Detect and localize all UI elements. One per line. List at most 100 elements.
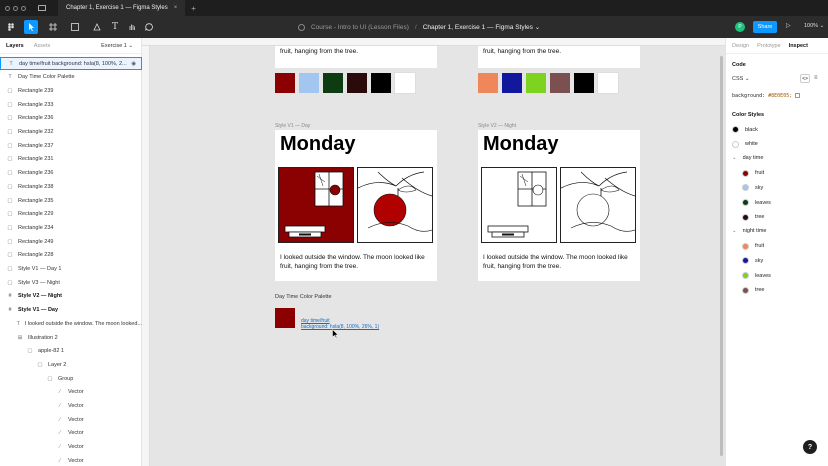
day-palette-swatch[interactable] [371, 73, 391, 93]
chevron-down-icon[interactable]: ⌄ [732, 155, 737, 161]
code-view-icon[interactable]: <> [800, 74, 810, 83]
layer-row[interactable]: ▢ apple-82 1 [0, 345, 142, 358]
frame-label-day[interactable]: Style V1 — Day [275, 123, 310, 129]
layer-row[interactable]: ▢ Rectangle 239 [0, 84, 142, 97]
pen-tool-icon[interactable] [90, 20, 104, 34]
layer-visibility-icon[interactable]: ◉ [131, 61, 136, 67]
frame-top-right[interactable]: fruit, hanging from the tree. [478, 46, 640, 68]
layer-row[interactable]: ▢ Rectangle 234 [0, 221, 142, 234]
palette-label[interactable]: Day Time Color Palette [275, 294, 332, 300]
color-style-item[interactable]: fruit [742, 242, 764, 250]
color-style-item[interactable]: sky [742, 184, 763, 192]
color-style-item[interactable]: tree [742, 213, 764, 221]
chevron-down-icon[interactable]: ⌄ [732, 228, 737, 234]
layer-row[interactable]: ▢ Rectangle 235 [0, 194, 142, 207]
layer-row[interactable]: # Style V2 — Night [0, 290, 142, 303]
layer-row[interactable]: ∕ Vector [0, 400, 142, 413]
day-palette-swatch[interactable] [275, 73, 295, 93]
color-style-item[interactable]: leaves [742, 272, 771, 279]
list-view-icon[interactable]: ≡ [814, 75, 818, 81]
day-palette-swatch[interactable] [323, 73, 343, 93]
main-menu-icon[interactable] [4, 20, 18, 34]
code-language-select[interactable]: CSS ⌄ [732, 76, 749, 82]
layer-row[interactable]: ∕ Vector [0, 427, 142, 440]
tab-assets[interactable]: Assets [34, 43, 51, 49]
new-tab-button[interactable]: + [191, 4, 196, 13]
day-palette-swatch[interactable] [394, 72, 416, 94]
canvas-scrollbar[interactable] [720, 56, 723, 456]
tab-design[interactable]: Design [732, 43, 749, 49]
layer-row[interactable]: T Day Time Color Palette [0, 71, 142, 84]
window-controls[interactable] [5, 5, 26, 11]
night-palette-swatch[interactable] [526, 73, 546, 93]
frame-label-night[interactable]: Style V2 — Night [478, 123, 516, 129]
night-palette-swatch[interactable] [502, 73, 522, 93]
close-icon[interactable]: × [174, 5, 178, 11]
text-tool-icon[interactable]: T [108, 20, 122, 34]
frame-top-left[interactable]: fruit, hanging from the tree. [275, 46, 437, 68]
canvas[interactable]: fruit, hanging from the tree. fruit, han… [150, 46, 725, 466]
layer-row[interactable]: ▢ Layer 2 [0, 358, 142, 371]
layer-row[interactable]: ▢ Rectangle 238 [0, 180, 142, 193]
frame-night[interactable]: Monday I looked outside the window. The … [478, 130, 640, 281]
color-style-item[interactable]: fruit [742, 169, 764, 177]
copy-icon[interactable] [795, 93, 801, 98]
zoom-dropdown[interactable]: 100% ⌄ [804, 23, 824, 29]
layer-row[interactable]: ▢ Rectangle 232 [0, 126, 142, 139]
file-name[interactable]: Chapter 1, Exercise 1 — Figma Styles ⌄ [423, 23, 540, 31]
home-icon[interactable] [38, 5, 46, 11]
night-palette-swatch[interactable] [478, 73, 498, 93]
layer-row[interactable]: Tday time/fruit background: hsla(8, 100%… [0, 57, 142, 70]
layer-row[interactable]: ∕ Vector [0, 441, 142, 454]
layer-row[interactable]: ▢ Rectangle 233 [0, 98, 142, 111]
color-style-item[interactable]: tree [742, 286, 764, 294]
layer-row[interactable]: ▢ Style V3 — Night [0, 276, 142, 289]
move-tool-icon[interactable] [24, 20, 38, 34]
night-palette-swatch[interactable] [550, 73, 570, 93]
layer-row[interactable]: TI looked outside the window. The moon l… [0, 317, 142, 330]
layer-row[interactable]: ▢ Rectangle 236 [0, 167, 142, 180]
help-button[interactable]: ? [803, 440, 817, 454]
share-button[interactable]: Share [753, 21, 777, 33]
avatar[interactable]: P [735, 22, 745, 32]
frame-tool-icon[interactable] [46, 20, 60, 34]
day-palette-swatch[interactable] [299, 73, 319, 93]
color-style-item[interactable]: black [732, 126, 758, 133]
color-style-item[interactable]: white [732, 140, 758, 148]
layer-row[interactable]: ∕ Vector [0, 413, 142, 426]
tab-prototype[interactable]: Prototype [757, 43, 781, 49]
comment-tool-icon[interactable] [142, 20, 156, 34]
tab-inspect[interactable]: Inspect [789, 43, 808, 49]
layer-row[interactable]: ▢ Rectangle 236 [0, 112, 142, 125]
layer-row[interactable]: ▢ Style V1 — Day 1 [0, 263, 142, 276]
layer-row[interactable]: ⊞ Illustration 2 [0, 331, 142, 344]
style-group-header[interactable]: ⌄ night time [732, 228, 766, 234]
shape-tool-icon[interactable] [68, 20, 82, 34]
frame-day[interactable]: Monday I looked outside the window. The … [275, 130, 437, 281]
present-icon[interactable]: ▷ [786, 22, 791, 29]
color-style-item[interactable]: sky [742, 257, 763, 265]
fruit-style-annotation[interactable]: day time/fruit background: hsla(8, 100%,… [301, 318, 379, 330]
night-palette-swatch[interactable] [574, 73, 594, 93]
file-tab[interactable]: Chapter 1, Exercise 1 — Figma Styles × [58, 0, 186, 16]
layer-row[interactable]: ▢ Rectangle 229 [0, 208, 142, 221]
tab-layers[interactable]: Layers [6, 43, 24, 49]
layer-row[interactable]: ▢ Rectangle 231 [0, 153, 142, 166]
hand-tool-icon[interactable] [125, 20, 139, 34]
layer-row[interactable]: ∕ Vector [0, 386, 142, 399]
night-palette-swatch[interactable] [597, 72, 619, 94]
code-snippet[interactable]: background: #8E0E05; [732, 93, 801, 99]
layer-row[interactable]: ∕ Vector [0, 454, 142, 466]
color-style-item[interactable]: leaves [742, 199, 771, 206]
layer-row[interactable]: ▢ Rectangle 228 [0, 249, 142, 262]
style-group-header[interactable]: ⌄ day time [732, 155, 763, 161]
day-palette-swatch[interactable] [347, 73, 367, 93]
fruit-swatch[interactable] [275, 308, 295, 328]
file-breadcrumb[interactable]: Course - Intro to UI (Lesson Files) / Ch… [298, 20, 540, 34]
layer-row[interactable]: ▢ Rectangle 237 [0, 139, 142, 152]
layer-row[interactable]: # Style V1 — Day [0, 304, 142, 317]
layer-row[interactable]: ▢ Rectangle 249 [0, 235, 142, 248]
layer-row[interactable]: ▢ Group [0, 372, 142, 385]
project-name[interactable]: Course - Intro to UI (Lesson Files) [311, 24, 409, 31]
page-selector[interactable]: Exercise 1 ⌄ [101, 43, 133, 49]
